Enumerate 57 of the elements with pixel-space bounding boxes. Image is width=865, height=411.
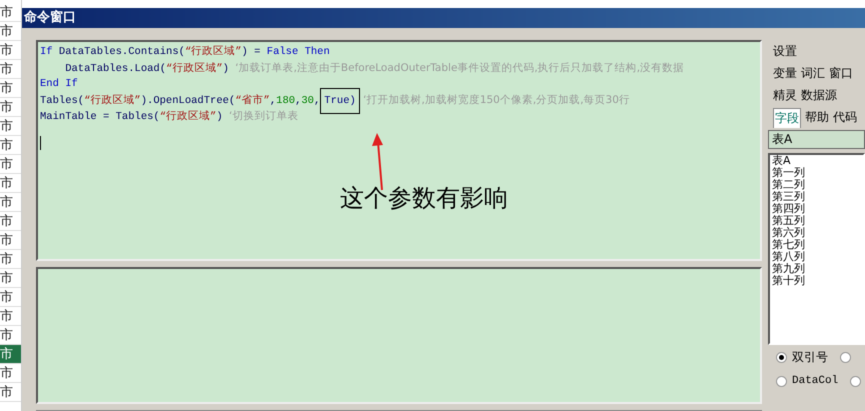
field-item[interactable]: 第四列: [772, 203, 861, 215]
sheet-cell[interactable]: 市: [0, 98, 21, 117]
field-item[interactable]: 第一列: [772, 167, 861, 179]
radio-button[interactable]: [776, 376, 787, 386]
sheet-cell[interactable]: 市: [0, 3, 21, 22]
radio-label: 双引号: [792, 349, 828, 366]
code-line: End If: [40, 77, 79, 92]
sheet-cell[interactable]: 市: [0, 250, 21, 269]
sheet-cell[interactable]: 市: [0, 79, 21, 98]
panel-tab[interactable]: 代码: [833, 106, 857, 128]
sheet-cell[interactable]: 市: [0, 212, 21, 231]
field-item[interactable]: 第三列: [772, 191, 861, 203]
field-item[interactable]: 第七列: [772, 239, 861, 251]
highlight-box: True): [320, 88, 360, 114]
sheet-cell[interactable]: 市: [0, 41, 21, 60]
panel-tab[interactable]: 变量: [773, 62, 797, 84]
annotation-text: 这个参数有影响: [340, 183, 508, 214]
sheet-cell[interactable]: 市: [0, 231, 21, 250]
table-select[interactable]: 表A: [768, 130, 865, 149]
sheet-cell[interactable]: 市: [0, 345, 21, 364]
sheet-cell[interactable]: 市: [0, 288, 21, 307]
radio-button[interactable]: [850, 376, 862, 386]
panel-title: 设置: [773, 43, 797, 60]
radio-label: DataCol: [792, 374, 838, 389]
code-line: MainTable = Tables(“行政区域”) ‘切换到订单表: [40, 109, 300, 124]
sheet-cell[interactable]: 市: [0, 269, 21, 288]
sheet-cell[interactable]: 市: [0, 22, 21, 41]
field-item[interactable]: 第五列: [772, 215, 861, 227]
field-item[interactable]: 第六列: [772, 227, 861, 239]
sheet-cell[interactable]: 市: [0, 174, 21, 193]
sheet-cell[interactable]: 市: [0, 136, 21, 155]
field-item[interactable]: 第十列: [772, 275, 861, 287]
field-item[interactable]: 表A: [772, 155, 861, 167]
sheet-cell[interactable]: 市: [0, 60, 21, 79]
sheet-cell[interactable]: 市: [0, 155, 21, 174]
panel-tab[interactable]: 词汇: [801, 62, 825, 84]
sheet-cell[interactable]: 市: [0, 117, 21, 136]
field-item[interactable]: 第九列: [772, 263, 861, 275]
text-cursor: [40, 136, 41, 150]
sheet-cell[interactable]: 市: [0, 193, 21, 212]
radio-button[interactable]: [840, 352, 851, 362]
radio-button[interactable]: [776, 352, 787, 362]
field-item[interactable]: 第八列: [772, 251, 861, 263]
field-item[interactable]: 第二列: [772, 179, 861, 191]
code-editor[interactable]: [36, 40, 762, 262]
sheet-cell[interactable]: 市: [0, 383, 21, 402]
panel-tab[interactable]: 窗口: [829, 62, 853, 84]
panel-tab[interactable]: 数据源: [801, 84, 837, 106]
window-title: 命令窗口: [22, 8, 865, 28]
code-line: DataTables.Load(“行政区域”) ‘加载订单表,注意由于BeforeLoadOuterTable事件设置的代码,执行后只加载了结构,没有数据: [64, 61, 686, 76]
code-line: If DataTables.Contains(“行政区域”) = False Then: [40, 44, 331, 60]
sheet-cell[interactable]: 市: [0, 307, 21, 326]
sheet-cell[interactable]: 市: [0, 364, 21, 383]
panel-tab[interactable]: 字段: [773, 108, 801, 128]
field-list[interactable]: 表A 第一列 第二列 第三列 第四列 第五列 第六列 第七列 第八列 第九列 第十列: [768, 153, 865, 345]
panel-tab[interactable]: 帮助: [805, 106, 829, 128]
panel-tab[interactable]: 精灵: [773, 84, 797, 106]
